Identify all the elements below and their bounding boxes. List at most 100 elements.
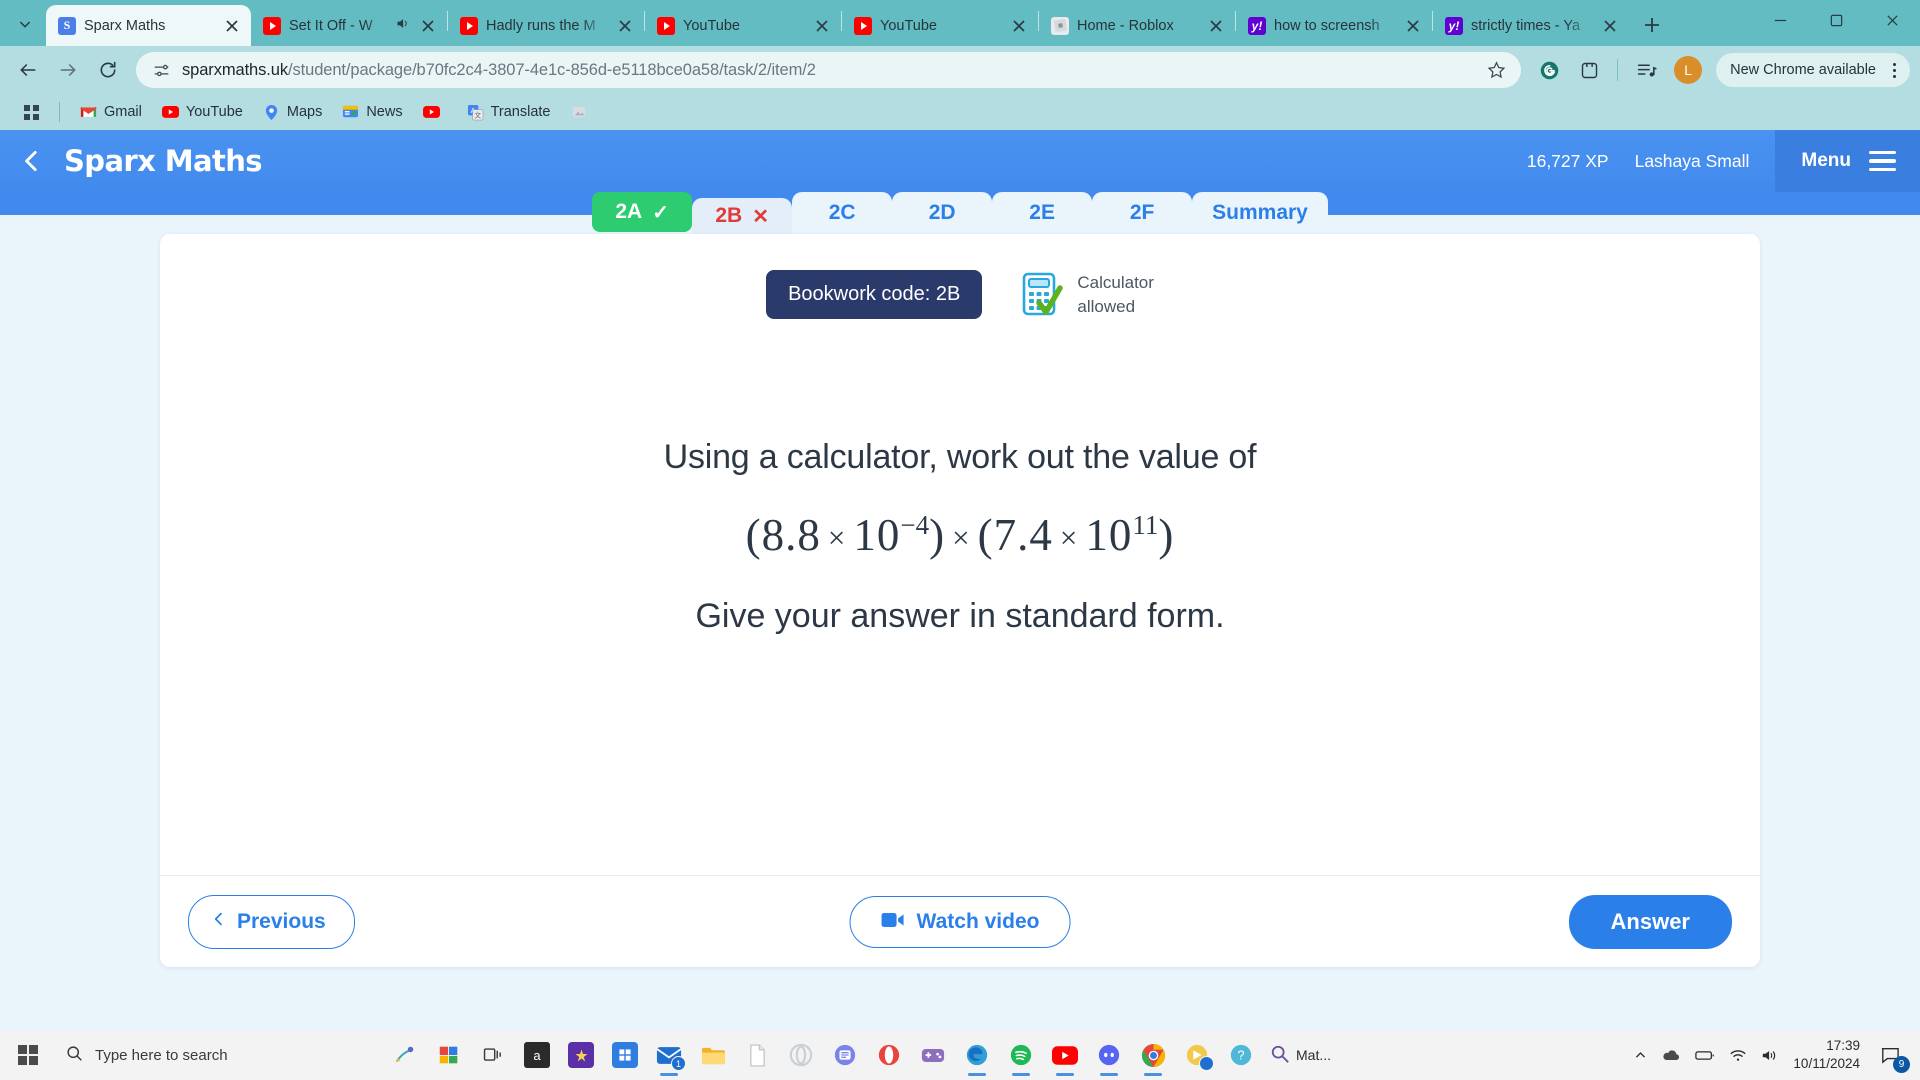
spotify-icon[interactable]: [1000, 1032, 1042, 1078]
mail-icon[interactable]: 1: [648, 1032, 690, 1078]
opera-gx-icon[interactable]: [780, 1032, 822, 1078]
bookmark-label: Gmail: [104, 104, 142, 120]
yahoo-icon: y!: [1445, 16, 1463, 35]
star-icon[interactable]: [1481, 55, 1511, 85]
bookmarks-bar: Gmail YouTube Maps News 文 Translate: [0, 94, 1920, 130]
wifi-icon[interactable]: [1729, 1048, 1747, 1063]
menu-button[interactable]: Menu: [1775, 130, 1920, 192]
new-tab-button[interactable]: [1635, 8, 1669, 42]
reading-list-icon[interactable]: [1628, 52, 1664, 88]
tab-3[interactable]: YouTube: [645, 5, 841, 46]
snip-icon[interactable]: [384, 1032, 426, 1078]
question-line-2: Give your answer in standard form.: [695, 597, 1225, 635]
opera-icon[interactable]: [868, 1032, 910, 1078]
help-icon[interactable]: ?: [1220, 1032, 1262, 1078]
chevron-up-icon[interactable]: [1634, 1049, 1647, 1062]
tab-7[interactable]: y! strictly times - Ya: [1433, 5, 1629, 46]
bookmark-news[interactable]: News: [334, 100, 410, 125]
discord-icon[interactable]: [1088, 1032, 1130, 1078]
tab-2c[interactable]: 2C: [792, 192, 893, 234]
edge-icon[interactable]: [956, 1032, 998, 1078]
close-icon[interactable]: [223, 17, 241, 35]
tab-2b[interactable]: 2B ✕: [692, 198, 793, 234]
battery-icon[interactable]: [1695, 1049, 1715, 1062]
paint-3d-icon[interactable]: [428, 1032, 470, 1078]
tab-0[interactable]: S Sparx Maths: [46, 5, 251, 46]
maximize-icon[interactable]: [1808, 0, 1864, 40]
maps-icon: [263, 104, 280, 121]
address-bar[interactable]: sparxmaths.uk/student/package/b70fc2c4-3…: [136, 52, 1522, 88]
tab-2[interactable]: Hadly runs the M: [448, 5, 644, 46]
bookmark-gmail[interactable]: Gmail: [72, 100, 150, 125]
amazon-icon[interactable]: a: [516, 1032, 558, 1078]
bookmark-translate[interactable]: A文 Translate: [459, 100, 559, 125]
profile-avatar[interactable]: L: [1674, 56, 1703, 84]
mantissa-2: 7.4: [993, 510, 1053, 560]
tab-2e[interactable]: 2E: [992, 192, 1093, 234]
tab-4[interactable]: YouTube: [842, 5, 1038, 46]
close-window-icon[interactable]: [1864, 0, 1920, 40]
close-icon[interactable]: [1010, 17, 1028, 35]
tab-title: Sparx Maths: [84, 17, 166, 34]
tab-5[interactable]: Home - Roblox: [1039, 5, 1235, 46]
apps-grid-icon[interactable]: [16, 101, 47, 124]
microsoft-store-icon[interactable]: [604, 1032, 646, 1078]
tab-label: 2A: [615, 200, 643, 223]
chrome-icon[interactable]: [1132, 1032, 1174, 1078]
document-icon[interactable]: [736, 1032, 778, 1078]
reload-icon[interactable]: [90, 52, 126, 88]
youtube-icon[interactable]: [1044, 1032, 1086, 1078]
update-label: New Chrome available: [1730, 62, 1876, 78]
clock[interactable]: 17:39 10/11/2024: [1793, 1037, 1860, 1073]
card-footer: Previous Watch video Answer: [160, 875, 1760, 967]
teams-icon[interactable]: [824, 1032, 866, 1078]
gmail-icon: [80, 104, 97, 121]
url-path: /student/package/b70fc2c4-3807-4e1c-856d…: [288, 60, 816, 79]
store-purple-icon[interactable]: [560, 1032, 602, 1078]
tab-2f[interactable]: 2F: [1092, 192, 1193, 234]
extensions-icon[interactable]: [1571, 52, 1607, 88]
answer-button[interactable]: Answer: [1568, 894, 1732, 949]
bookmark-youtube-2[interactable]: [415, 100, 455, 125]
notification-icon[interactable]: 9: [1874, 1039, 1910, 1073]
search-input[interactable]: Type here to search: [52, 1037, 382, 1073]
games-icon[interactable]: [912, 1032, 954, 1078]
onedrive-icon[interactable]: [1661, 1049, 1681, 1062]
back-arrow-icon[interactable]: [10, 52, 46, 88]
windows-start-icon[interactable]: [6, 1033, 50, 1077]
search-result-app[interactable]: Mat...: [1264, 1044, 1337, 1067]
watch-video-button[interactable]: Watch video: [849, 895, 1071, 948]
chrome-menu-icon[interactable]: [1884, 62, 1904, 78]
forward-arrow-icon[interactable]: [50, 52, 86, 88]
tune-icon[interactable]: [150, 59, 172, 81]
grammarly-icon[interactable]: [1531, 52, 1567, 88]
bookmark-extra[interactable]: [563, 100, 596, 125]
tab-audio-icon[interactable]: [395, 16, 411, 35]
close-icon[interactable]: [813, 17, 831, 35]
tab-2d[interactable]: 2D: [892, 192, 993, 234]
file-explorer-icon[interactable]: [692, 1032, 734, 1078]
tab-1[interactable]: Set It Off - W: [251, 5, 447, 46]
task-view-icon[interactable]: [472, 1032, 514, 1078]
clipchamp-icon[interactable]: [1176, 1032, 1218, 1078]
close-icon[interactable]: [419, 17, 437, 35]
minimize-icon[interactable]: [1752, 0, 1808, 40]
bookmark-maps[interactable]: Maps: [255, 100, 330, 125]
tab-2a[interactable]: 2A ✓: [592, 192, 693, 232]
tab-6[interactable]: y! how to screensh: [1236, 5, 1432, 46]
previous-button[interactable]: Previous: [188, 894, 355, 949]
close-icon[interactable]: [1601, 17, 1619, 35]
bookmark-youtube[interactable]: YouTube: [154, 100, 251, 125]
header-right: 16,727 XP Lashaya Small Menu: [1527, 130, 1920, 192]
tab-summary[interactable]: Summary: [1192, 192, 1328, 234]
hamburger-icon[interactable]: [1869, 150, 1896, 172]
volume-icon[interactable]: [1761, 1048, 1779, 1063]
close-icon[interactable]: [1404, 17, 1422, 35]
running-indicator: [968, 1073, 986, 1076]
page-back-button[interactable]: [0, 130, 64, 192]
chrome-update-button[interactable]: New Chrome available: [1716, 53, 1910, 87]
close-icon[interactable]: [616, 17, 634, 35]
check-icon: ✓: [652, 201, 669, 224]
close-icon[interactable]: [1207, 17, 1225, 35]
tab-search-button[interactable]: [8, 7, 42, 41]
